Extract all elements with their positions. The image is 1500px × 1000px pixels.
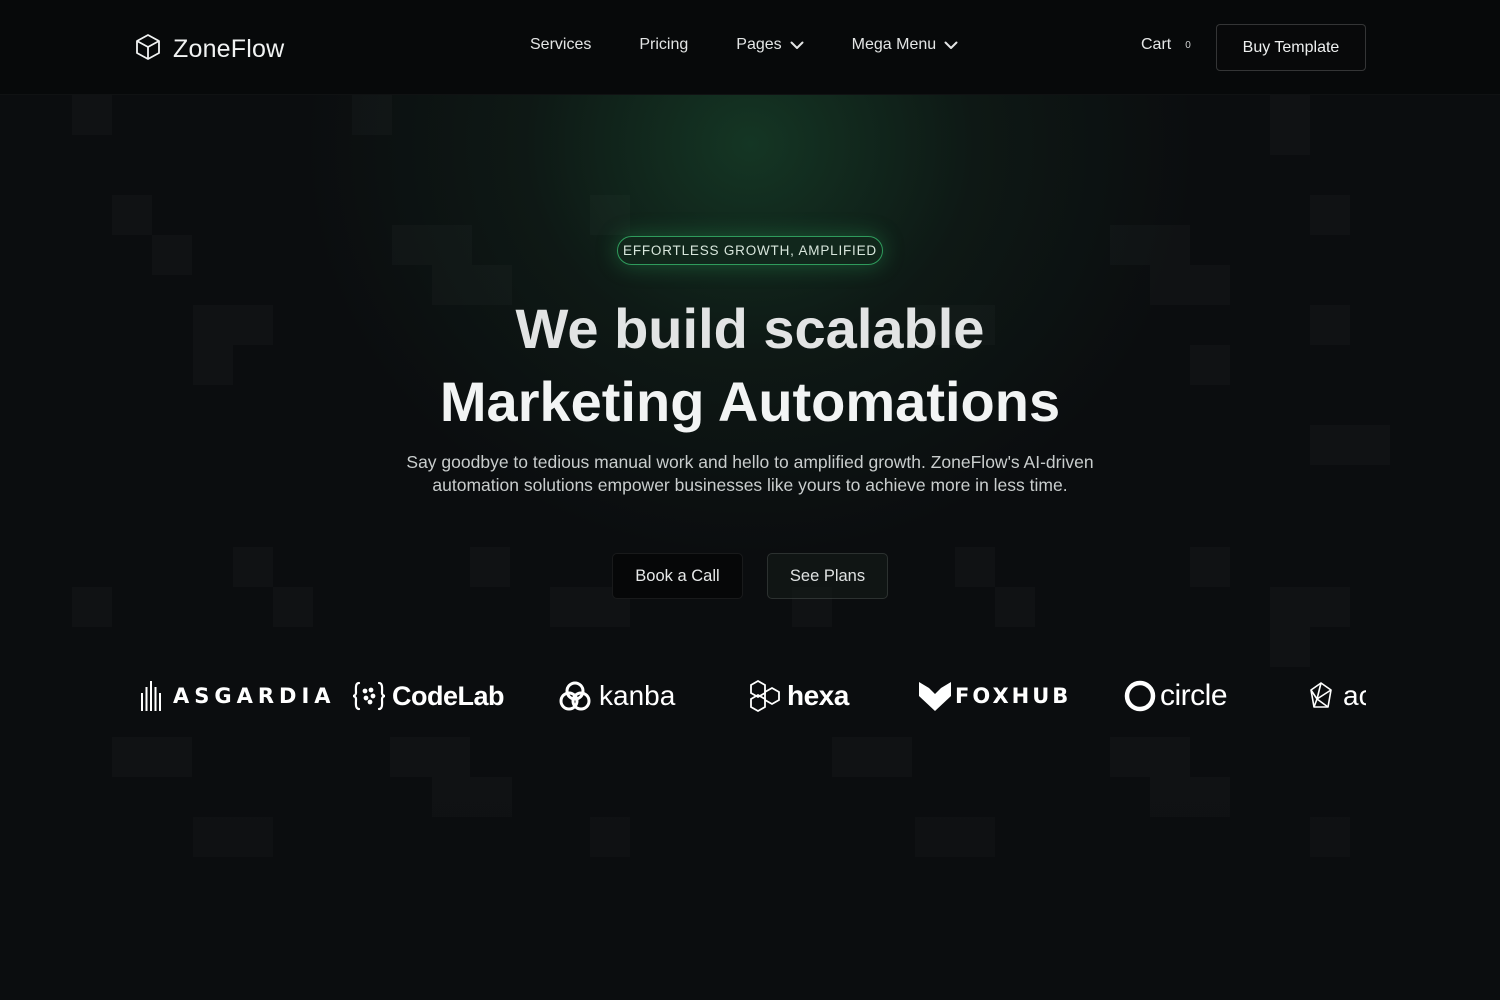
client-logos-strip: ASGARDIA CodeLab kanba hexa FOXHUB circl… [135, 670, 1366, 722]
buy-template-button[interactable]: Buy Template [1216, 24, 1366, 71]
client-logo-codelab: CodeLab [352, 670, 505, 722]
nav-item-mega-menu[interactable]: Mega Menu [852, 36, 959, 54]
hero-subtext: Say goodbye to tedious manual work and h… [406, 452, 1094, 495]
client-logo-hexa: hexa [749, 670, 849, 722]
brand-name: ZoneFlow [173, 35, 285, 63]
hero-badge: EFFORTLESS GROWTH, AMPLIFIED [617, 236, 883, 265]
client-logo-foxhub: FOXHUB [919, 670, 1071, 722]
see-plans-button[interactable]: See Plans [767, 553, 888, 599]
client-logo-name: hexa [787, 680, 849, 711]
circle-icon [1124, 680, 1156, 712]
bars-icon [141, 681, 161, 711]
nav-item-label: Services [530, 36, 592, 53]
nav-item-label: Pricing [639, 36, 689, 53]
book-call-button[interactable]: Book a Call [612, 553, 743, 599]
rings-icon [559, 681, 591, 711]
client-logo-kanba: kanba [559, 670, 675, 722]
braces-icon [352, 681, 386, 711]
client-logo-name: FOXHUB [955, 684, 1072, 708]
cart-button[interactable]: Cart 0 [1141, 36, 1191, 54]
nav-item-pricing[interactable]: Pricing [639, 36, 688, 54]
client-logo-name: circle [1160, 679, 1228, 712]
chevron-down-icon [790, 41, 804, 49]
client-logo-name: ASGARDIA [173, 684, 336, 708]
main-nav: Services Pricing Pages Mega Menu [530, 36, 958, 54]
hexagons-icon [750, 679, 780, 713]
nav-item-services[interactable]: Services [530, 36, 591, 54]
client-logo-ac: ac [1309, 670, 1366, 722]
client-logo-asgardia: ASGARDIA [141, 670, 336, 722]
cart-label: Cart [1141, 36, 1172, 53]
hero-headline: We build scalable Marketing Automations [300, 292, 1200, 438]
client-logo-name: kanba [599, 680, 676, 711]
client-logo-circle: circle [1124, 670, 1228, 722]
nav-item-pages[interactable]: Pages [736, 36, 804, 54]
cube-icon [135, 33, 161, 66]
fox-icon [919, 682, 951, 711]
background-grid [0, 0, 1500, 1000]
nav-item-label: Pages [736, 36, 782, 53]
brand-logo[interactable]: ZoneFlow [135, 33, 284, 66]
site-header: ZoneFlow Services Pricing Pages Mega Men… [0, 0, 1500, 95]
headline-line-2: Marketing Automations [439, 370, 1061, 433]
chevron-down-icon [944, 41, 958, 49]
cart-count-badge: 0 [1185, 39, 1191, 51]
bottom-fade [0, 760, 1500, 1000]
headline-line-1: We build scalable [515, 297, 985, 360]
polygon-icon [1310, 682, 1332, 708]
nav-item-label: Mega Menu [851, 36, 937, 53]
client-logo-name: CodeLab [392, 680, 505, 711]
client-logo-name: ac [1343, 680, 1366, 711]
